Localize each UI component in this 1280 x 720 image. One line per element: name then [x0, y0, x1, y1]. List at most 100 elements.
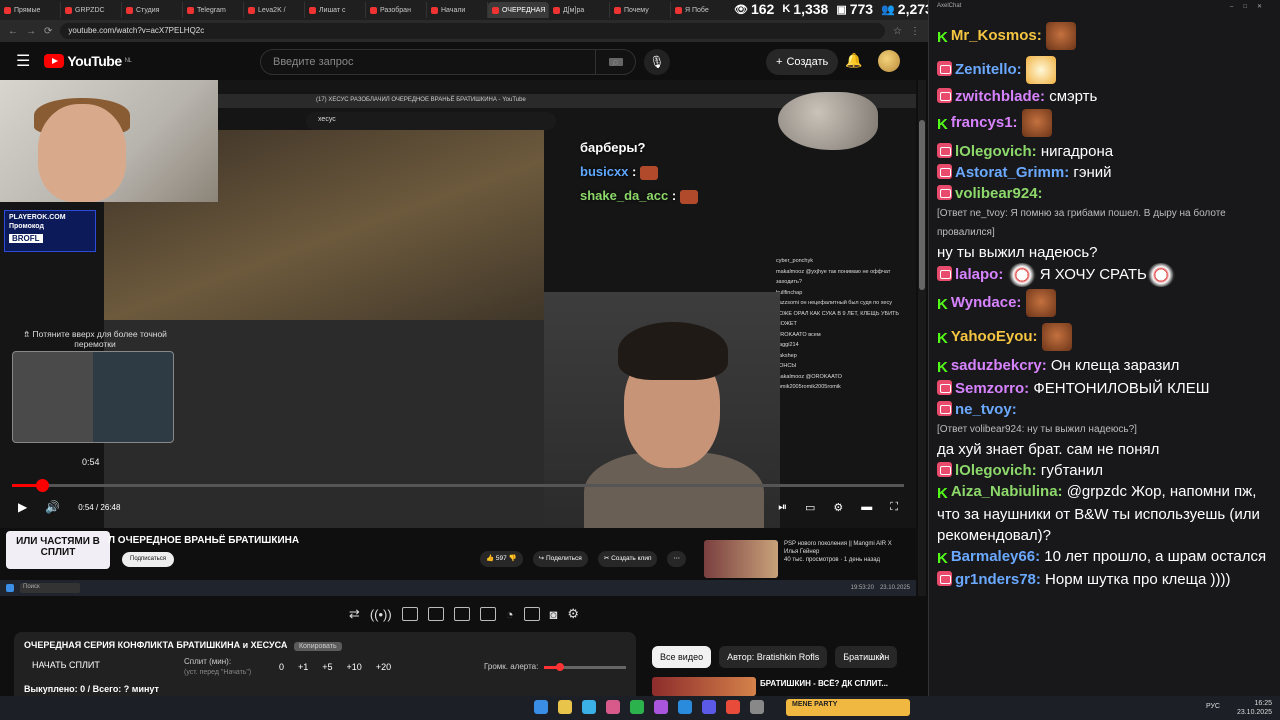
taskbar-app-icon[interactable]	[702, 700, 716, 714]
recommended-list-item[interactable]: БРАТИШКИН - ВСЁ? ДК СПЛИТ...	[652, 677, 912, 696]
clip-button[interactable]: ✂ Создать клип	[597, 551, 658, 567]
share-button[interactable]: ↪ Поделиться	[532, 551, 588, 567]
browser-tab[interactable]: Почему	[610, 2, 671, 18]
browser-tab[interactable]: Telegram	[183, 2, 244, 18]
alert-volume-slider[interactable]	[544, 663, 626, 671]
add-5-button[interactable]: +5	[322, 662, 332, 672]
page-scrollbar[interactable]	[918, 80, 926, 600]
chip-bratishkin[interactable]: Братишкин	[835, 646, 898, 668]
taskbar-app-icon[interactable]	[606, 700, 620, 714]
add-1-button[interactable]: +1	[298, 662, 308, 672]
play-icon[interactable]: ▶	[18, 500, 27, 514]
menu-icon[interactable]: ⋮	[910, 26, 920, 37]
add-10-button[interactable]: +10	[347, 662, 362, 672]
video-player[interactable]: (17) ХЕСУС РАЗОБЛАЧИЛ ОЧЕРЕДНОЕ ВРАНЬЁ Б…	[0, 80, 916, 528]
star-icon[interactable]: ☆	[893, 26, 902, 37]
volume-icon[interactable]: 🔊	[45, 500, 60, 514]
taskbar-app-icon[interactable]	[582, 700, 596, 714]
taskbar-app-icon[interactable]	[630, 700, 644, 714]
browser-tab[interactable]: Студия	[122, 2, 183, 18]
chat-username[interactable]: Barmaley66:	[951, 548, 1040, 565]
gear-icon[interactable]: ⚙	[567, 606, 579, 622]
subtitles-icon[interactable]: ▭	[805, 501, 815, 514]
game-banner[interactable]: MENE PARTY	[786, 699, 910, 716]
fullscreen-icon[interactable]: ⛶	[890, 501, 898, 514]
caption-icon[interactable]	[479, 607, 496, 621]
browser-tab[interactable]: Д[м]ра	[549, 2, 610, 18]
create-button[interactable]: + Создать	[766, 49, 839, 75]
chat-username[interactable]: saduzbekcry:	[951, 357, 1047, 374]
settings-icon[interactable]: ⚙	[833, 501, 843, 514]
like-button[interactable]: 👍 597 👎	[480, 551, 523, 567]
back-icon[interactable]: ←	[8, 26, 18, 37]
chat-username[interactable]: Zenitello:	[955, 61, 1022, 78]
autoplay-toggle-icon[interactable]: ⏯	[778, 501, 787, 514]
reload-icon[interactable]: ⟳	[44, 26, 52, 37]
window-controls[interactable]: –□✕	[1230, 3, 1272, 12]
chat-username[interactable]: lalapo:	[955, 266, 1003, 283]
broadcast-icon[interactable]: ((•))	[370, 607, 392, 622]
clapper-icon[interactable]	[427, 607, 444, 621]
browser-tab[interactable]: Начали	[427, 2, 488, 18]
recommended-video[interactable]: PSP нового поколения || Mangmi AIR X Иль…	[704, 540, 904, 578]
browser-tab[interactable]: Я Побе	[671, 2, 732, 18]
speed-icon[interactable]: ◔	[506, 607, 514, 622]
hamburger-menu-icon[interactable]: ☰	[16, 51, 30, 71]
bell-icon[interactable]: 🔔	[845, 52, 862, 69]
mini-chat-line: OROKAATO всем	[776, 331, 821, 338]
chat-username[interactable]: francys1:	[951, 114, 1018, 131]
copy-button[interactable]: Копировать	[293, 642, 342, 651]
more-actions-icon[interactable]: ⋯	[667, 551, 686, 567]
chevron-right-icon[interactable]: ›	[880, 648, 884, 662]
search-icon[interactable]: ⌕	[595, 50, 635, 74]
scrollbar-thumb[interactable]	[919, 120, 925, 290]
taskbar-app-icon[interactable]	[678, 700, 692, 714]
chat-username[interactable]: gr1nders78:	[955, 571, 1041, 588]
progress-scrubber[interactable]	[36, 479, 50, 492]
forward-icon[interactable]: →	[26, 26, 36, 37]
theater-mode-icon[interactable]: ▬	[861, 501, 872, 514]
chat-username[interactable]: Astorat_Grimm:	[955, 164, 1069, 181]
chat-username[interactable]: zwitchblade:	[955, 88, 1045, 105]
avatar[interactable]	[878, 50, 900, 72]
taskbar-app-icon[interactable]	[558, 700, 572, 714]
start-split-button[interactable]: НАЧАТЬ СПЛИТ	[32, 660, 100, 670]
browser-tab[interactable]: Leva2K /	[244, 2, 305, 18]
chat-username[interactable]: Semzorro:	[955, 380, 1029, 397]
picture-icon[interactable]	[453, 607, 470, 621]
chat-username[interactable]: YahooEyou:	[951, 328, 1038, 345]
url-field[interactable]: youtube.com/watch?v=acX7PELHQ2c	[60, 23, 886, 39]
youtube-logo[interactable]: YouTube NL	[44, 53, 132, 69]
browser-tab[interactable]: Лишат с	[305, 2, 366, 18]
browser-tab[interactable]: GRPZDC	[61, 2, 122, 18]
slider-knob[interactable]	[556, 663, 565, 671]
screenshot-icon[interactable]	[401, 607, 418, 621]
chat-username[interactable]: ne_tvoy:	[955, 401, 1017, 418]
chat-username[interactable]: Wyndace:	[951, 294, 1022, 311]
taskbar-app-icon[interactable]	[726, 700, 740, 714]
browser-tab[interactable]: ОЧЕРЕДНАЯ	[488, 2, 549, 18]
taskbar-app-icon[interactable]	[534, 700, 548, 714]
chat-username[interactable]: lOlegovich:	[955, 462, 1037, 479]
mic-icon[interactable]: 🎙	[644, 49, 670, 75]
browser-tab[interactable]: Разобран	[366, 2, 427, 18]
chat-message: Semzorro: ФЕНТОНИЛОВЫЙ КЛЕШ	[937, 378, 1275, 399]
progress-bar[interactable]	[12, 479, 904, 492]
subscribe-button[interactable]: Подписаться	[122, 552, 174, 567]
camera-icon[interactable]: ◙	[550, 607, 558, 622]
chip-author[interactable]: Автор: Bratishkin Rofls	[719, 646, 828, 668]
browser-tab[interactable]: Прямые	[0, 2, 61, 18]
search-input[interactable]: Введите запрос ⌕	[260, 49, 636, 75]
chat-username[interactable]: lOlegovich:	[955, 143, 1037, 160]
language-indicator[interactable]: РУС	[1206, 703, 1220, 710]
taskbar-app-icon[interactable]	[750, 700, 764, 714]
chat-username[interactable]: volibear924:	[955, 185, 1043, 202]
loop-icon[interactable]: ⇄	[349, 606, 360, 622]
chat-username[interactable]: Mr_Kosmos:	[951, 27, 1042, 44]
add-box-icon[interactable]	[523, 607, 540, 621]
chip-all-videos[interactable]: Все видео	[652, 646, 712, 668]
chat-username[interactable]: Aiza_Nabiulina:	[951, 483, 1063, 500]
taskbar-app-icon[interactable]	[654, 700, 668, 714]
add-20-button[interactable]: +20	[376, 662, 391, 672]
system-clock[interactable]: 16:25 23.10.2025	[1237, 699, 1272, 717]
